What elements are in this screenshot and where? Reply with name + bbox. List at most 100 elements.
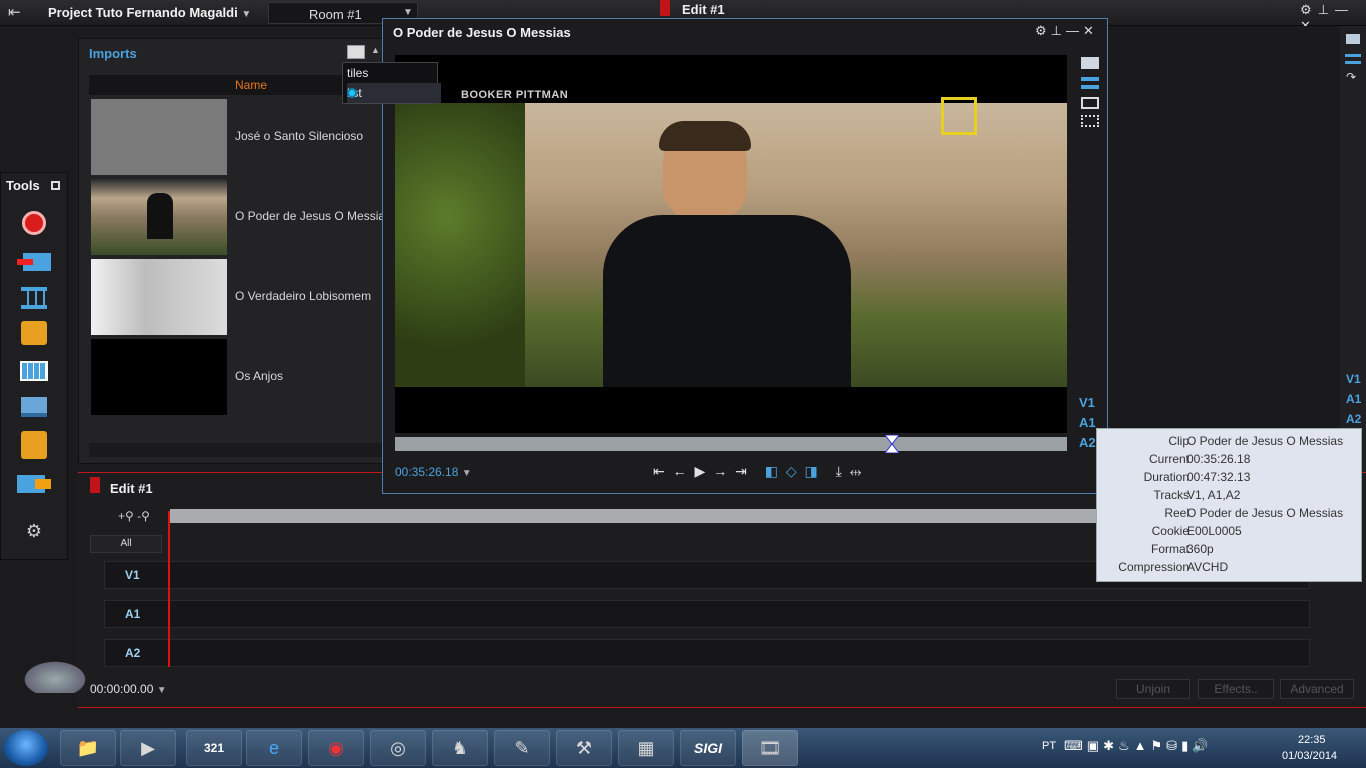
list-item[interactable]: O Poder de Jesus O Messias: [89, 177, 389, 255]
sigi-app-icon[interactable]: SIGI: [680, 730, 736, 766]
pin-icon[interactable]: ⊥: [1318, 2, 1335, 17]
timeline-track[interactable]: A2: [104, 639, 1310, 667]
gear-icon[interactable]: ⚙: [1035, 23, 1051, 38]
sync-icon[interactable]: ♨: [1118, 738, 1134, 753]
calculator-icon[interactable]: ▦: [618, 730, 674, 766]
wrench-app-icon[interactable]: ⚒: [556, 730, 612, 766]
stack-icon[interactable]: [17, 397, 51, 423]
viewer-scrub-bar[interactable]: [395, 435, 1067, 453]
collapse-icon[interactable]: ▲: [371, 45, 380, 55]
refresh-icon[interactable]: ↷: [1346, 70, 1356, 84]
track-label-v1[interactable]: V1: [125, 568, 140, 582]
network-app-icon[interactable]: ✱: [1103, 738, 1118, 753]
folder-icon[interactable]: [1081, 57, 1099, 69]
list-icon[interactable]: [1081, 77, 1099, 89]
volume-icon[interactable]: 🔊: [1192, 738, 1212, 753]
list-item[interactable]: Os Anjos: [89, 337, 389, 415]
track-label-a2[interactable]: A2: [125, 646, 140, 660]
tooltip-value: O Poder de Jesus O Messias: [1187, 506, 1344, 520]
windows-dvd-icon[interactable]: ◎: [370, 730, 426, 766]
unjoin-button[interactable]: Unjoin: [1116, 679, 1190, 699]
internet-explorer-icon[interactable]: e: [246, 730, 302, 766]
insert-icon[interactable]: ⤓: [836, 463, 844, 479]
chevron-down-icon: ▼: [156, 685, 167, 696]
keyboard-icon[interactable]: ⌨: [1064, 738, 1087, 753]
send-icon[interactable]: [17, 471, 51, 497]
tray-app-icon[interactable]: ▣: [1087, 738, 1103, 753]
all-tracks-button[interactable]: All: [90, 535, 162, 553]
tooltip-value: AVCHD: [1187, 560, 1229, 574]
viewer-timecode[interactable]: 00:35:26.18 ▼: [395, 465, 472, 479]
timeline-ruler[interactable]: [170, 509, 1186, 523]
search-icon[interactable]: [17, 321, 51, 347]
advanced-button[interactable]: Advanced: [1280, 679, 1354, 699]
gear-icon[interactable]: ⚙: [1300, 2, 1318, 17]
clock-time[interactable]: 22:35: [1298, 734, 1326, 746]
track-label-a1[interactable]: A1: [125, 607, 140, 621]
mark-out-icon[interactable]: ◨: [805, 463, 820, 479]
zoom-in-icon[interactable]: +⚲: [118, 509, 134, 523]
view-mode-icon[interactable]: [347, 45, 365, 59]
mark-clear-icon[interactable]: ◇: [786, 463, 799, 479]
minimize-icon[interactable]: —: [1335, 2, 1354, 17]
record-icon[interactable]: [17, 211, 51, 237]
pin-icon[interactable]: [51, 181, 60, 190]
clock-date[interactable]: 01/03/2014: [1282, 750, 1337, 762]
show-hidden-icon[interactable]: ▲: [1134, 738, 1151, 753]
window-icon[interactable]: [1081, 97, 1099, 109]
go-to-start-icon[interactable]: ⇤: [653, 463, 667, 479]
video-frame[interactable]: BOOKER PITTMAN: [395, 55, 1067, 433]
flag-icon[interactable]: ⚑: [1151, 738, 1167, 753]
timeline-icon[interactable]: [17, 285, 51, 311]
zoom-out-icon[interactable]: -⚲: [137, 509, 150, 523]
replace-icon[interactable]: ⇹: [850, 463, 864, 479]
exit-icon[interactable]: ⇤: [8, 3, 34, 23]
project-title[interactable]: Project Tuto Fernando Magaldi ▼: [48, 5, 251, 20]
users-icon[interactable]: ⚙: [17, 521, 51, 547]
edit-viewer-panel: [1108, 26, 1366, 430]
clip-thumbnail: [91, 179, 227, 255]
name-column-header[interactable]: Name: [235, 78, 267, 92]
viewer-track-v1[interactable]: V1: [1079, 395, 1095, 410]
media-player-classic-icon[interactable]: 321: [186, 730, 242, 766]
list-item[interactable]: O Verdadeiro Lobisomem: [89, 257, 389, 335]
imports-scrollbar[interactable]: [89, 443, 389, 457]
export-icon[interactable]: [17, 431, 51, 459]
safe-remove-icon[interactable]: ⛁: [1166, 738, 1181, 753]
menu-item-tiles[interactable]: tiles: [347, 66, 368, 80]
timeline-timecode[interactable]: 00:00:00.00 ▼: [90, 682, 167, 696]
minimize-icon[interactable]: —: [1066, 23, 1083, 38]
folder-icon[interactable]: [1346, 34, 1360, 44]
windows-icon[interactable]: [1081, 115, 1099, 127]
start-button[interactable]: [4, 730, 48, 766]
language-indicator[interactable]: PT: [1042, 740, 1056, 752]
chevron-down-icon[interactable]: ▼: [241, 9, 251, 20]
tooltip-row: Current 00:35:26.18: [1097, 449, 1363, 467]
effects-button[interactable]: Effects..: [1198, 679, 1274, 699]
chrome-icon[interactable]: ◉: [308, 730, 364, 766]
close-icon[interactable]: ✕: [1083, 23, 1098, 38]
mark-in-icon[interactable]: ◧: [765, 463, 780, 479]
viewer-track-a2[interactable]: A2: [1079, 435, 1096, 450]
horse-app-icon[interactable]: ♞: [432, 730, 488, 766]
media-player-icon[interactable]: ▶: [120, 730, 176, 766]
import-icon[interactable]: [17, 249, 51, 275]
signal-icon[interactable]: ▮: [1181, 738, 1192, 753]
timeline-track[interactable]: A1: [104, 600, 1310, 628]
go-to-end-icon[interactable]: ⇥: [735, 463, 749, 479]
scrub-handle-icon[interactable]: [885, 435, 900, 453]
explorer-icon[interactable]: 📁: [60, 730, 116, 766]
lightworks-icon[interactable]: 🎞: [742, 730, 798, 766]
step-back-icon[interactable]: ←: [673, 463, 689, 479]
tooltip-value: 00:35:26.18: [1187, 452, 1251, 466]
pin-icon[interactable]: ⊥: [1051, 23, 1066, 38]
list-icon[interactable]: [1345, 54, 1361, 64]
grid-icon[interactable]: [17, 361, 51, 387]
zoom-controls[interactable]: +⚲ -⚲: [118, 509, 150, 523]
play-icon[interactable]: ▶: [695, 463, 708, 479]
step-forward-icon[interactable]: →: [713, 463, 729, 479]
pencil-app-icon[interactable]: ✎: [494, 730, 550, 766]
timeline-playhead[interactable]: [168, 511, 170, 667]
viewer-track-a1[interactable]: A1: [1079, 415, 1096, 430]
list-item[interactable]: José o Santo Silencioso: [89, 97, 389, 175]
